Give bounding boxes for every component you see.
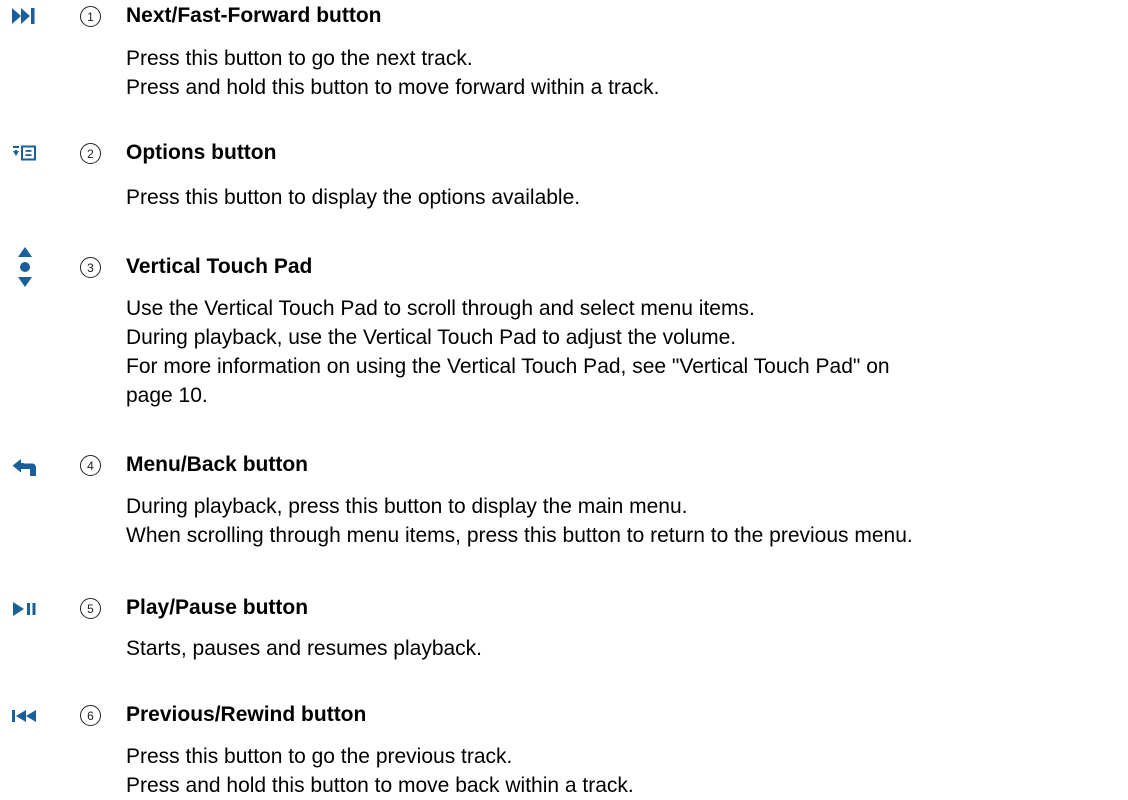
description-line: Press this button to display the options… [126,186,581,209]
item-description: During playback, press this button to di… [126,492,1126,550]
description-line: page 10. [126,384,208,407]
item-description: Starts, pauses and resumes playback. [126,634,1126,663]
description-line: Press this button to go the next track. [126,47,473,70]
description-line: Use the Vertical Touch Pad to scroll thr… [126,297,755,320]
next-fast-forward-icon [12,3,38,29]
callout-number-badge: 5 [80,598,101,619]
description-line: During playback, use the Vertical Touch … [126,326,737,349]
description-line: Press this button to go the previous tra… [126,745,513,768]
play-pause-icon [12,596,38,622]
callout-number-badge: 1 [80,6,101,27]
item-title: Previous/Rewind button [126,703,367,726]
vertical-touch-pad-icon [12,247,38,287]
description-line: Press and hold this button to move forwa… [126,76,660,99]
callout-number-badge: 2 [80,143,101,164]
item-description: Press this button to go the next track. … [126,44,1126,102]
item-title: Play/Pause button [126,596,309,619]
callout-number-badge: 4 [80,455,101,476]
item-description: Press this button to display the options… [126,183,1126,212]
item-title: Options button [126,141,277,164]
item-title: Next/Fast-Forward button [126,4,382,27]
item-title: Menu/Back button [126,453,308,476]
item-description: Press this button to go the previous tra… [126,742,1126,800]
options-icon [12,140,38,166]
callout-number-badge: 6 [80,705,101,726]
description-line: Press and hold this button to move back … [126,774,634,797]
previous-rewind-icon [12,703,38,729]
description-line: For more information on using the Vertic… [126,355,890,378]
menu-back-icon [12,455,38,481]
item-title: Vertical Touch Pad [126,255,313,278]
callout-number-badge: 3 [80,257,101,278]
item-description: Use the Vertical Touch Pad to scroll thr… [126,294,1126,410]
description-line: Starts, pauses and resumes playback. [126,637,483,660]
description-line: During playback, press this button to di… [126,495,688,518]
description-line: When scrolling through menu items, press… [126,524,913,547]
